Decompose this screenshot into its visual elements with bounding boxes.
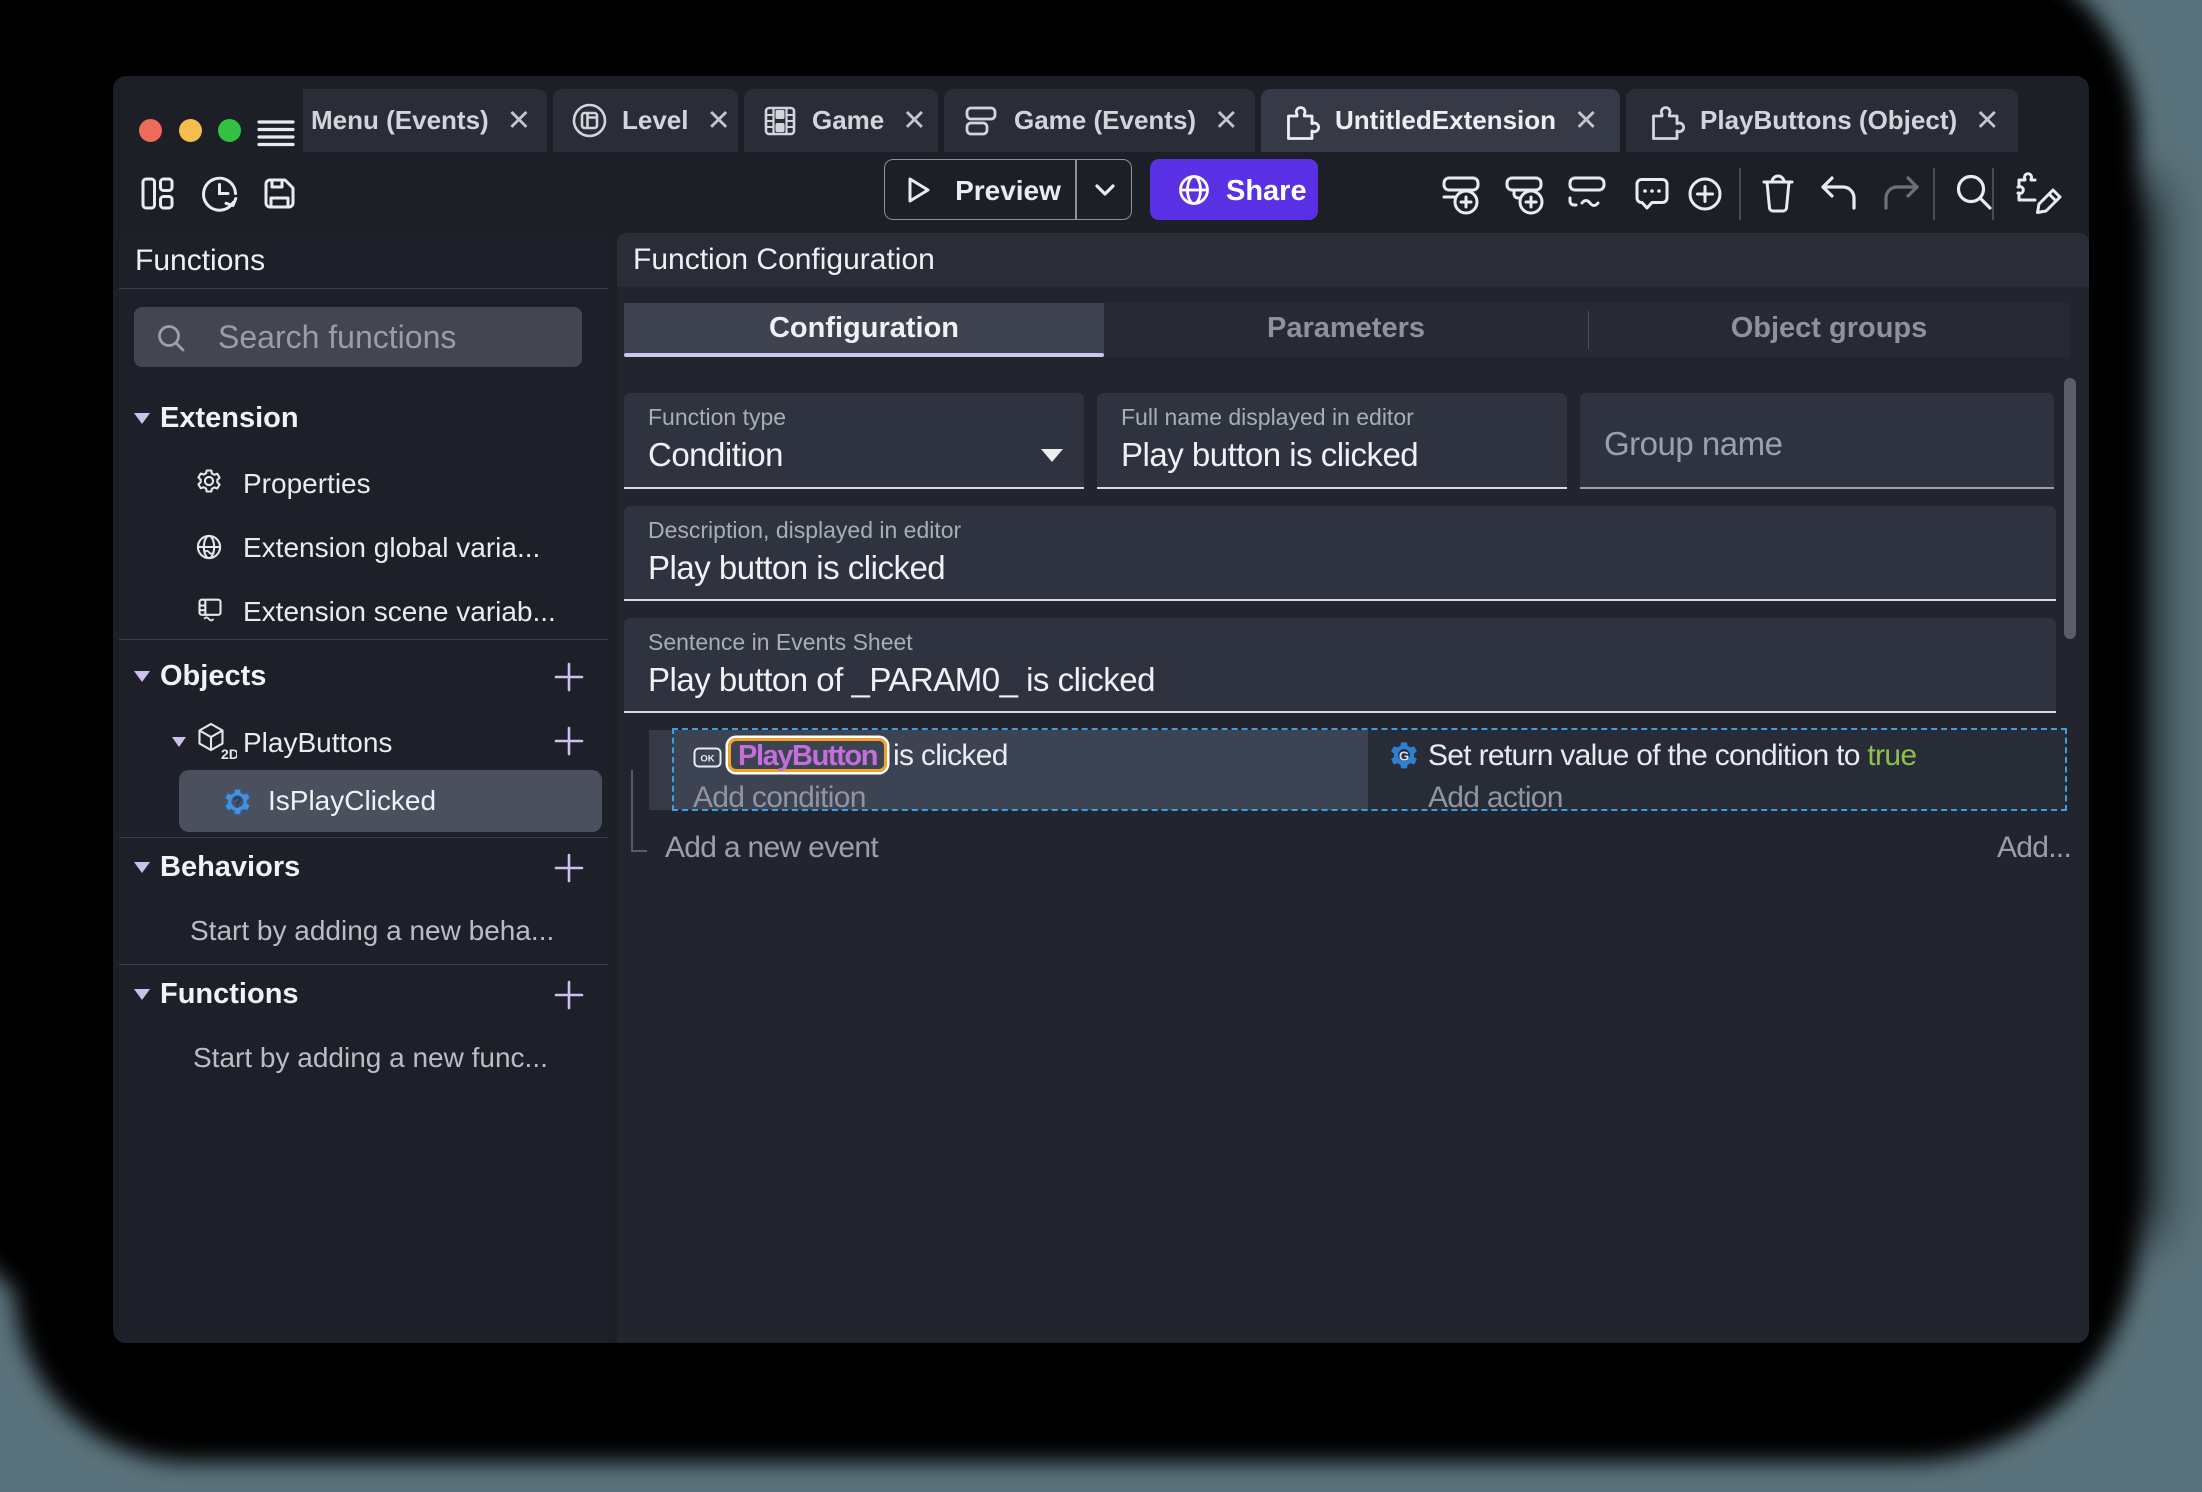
svg-text:?: ?: [233, 794, 242, 811]
svg-text:G: G: [1399, 748, 1409, 763]
svg-text:OK: OK: [700, 754, 714, 765]
svg-text:2D: 2D: [221, 746, 237, 761]
